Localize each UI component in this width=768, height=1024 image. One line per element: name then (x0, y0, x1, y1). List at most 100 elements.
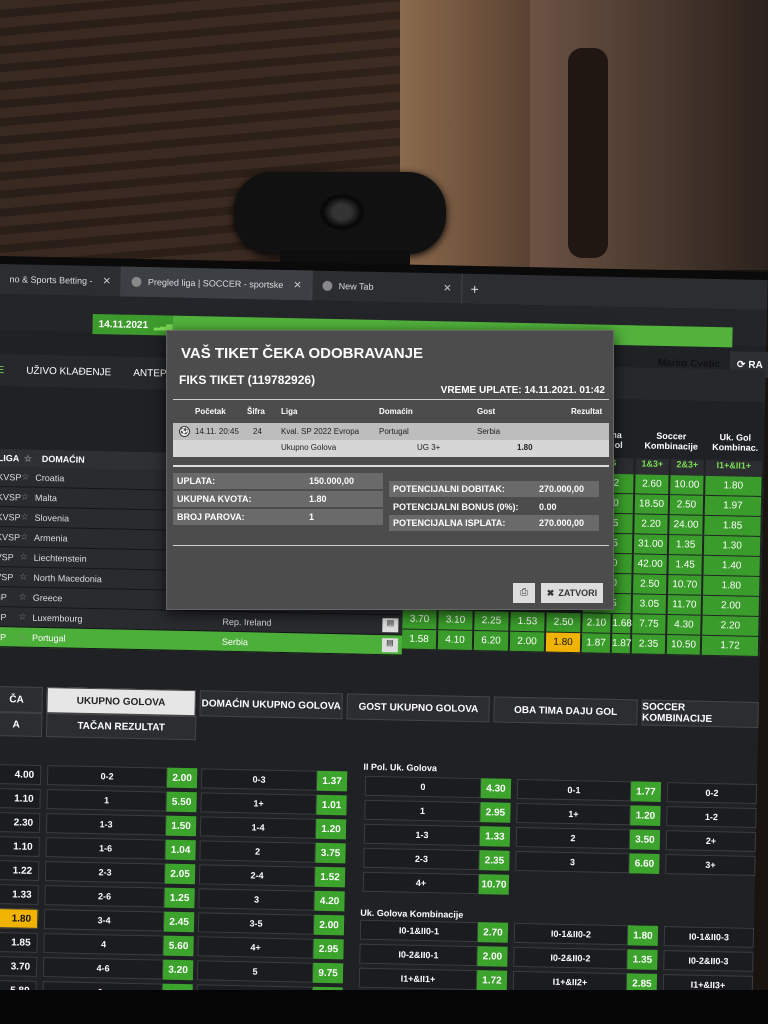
market-odd[interactable]: 2.30 (0, 811, 41, 833)
market-cell[interactable]: 1+ 1.20 (516, 802, 661, 826)
market-tab[interactable]: A (0, 711, 43, 737)
odds-cell[interactable]: 2.35 (631, 634, 668, 656)
odds-cell[interactable]: 1.80 (703, 575, 762, 598)
odds-cell[interactable]: 1.40 (703, 555, 762, 578)
odds-cell[interactable]: 42.00 (633, 554, 669, 576)
browser-tab-1[interactable]: no & Sports Betting - ✕ (0, 263, 123, 297)
odds-cell[interactable]: 1.87 (611, 633, 633, 655)
market-tab-exact-score[interactable]: TAČAN REZULTAT (45, 713, 197, 741)
odds-cell[interactable]: 10.00 (670, 475, 706, 496)
odds-cell[interactable]: 2.50 (546, 612, 583, 634)
odds-cell[interactable]: 1.87 (581, 633, 613, 654)
odds-cell[interactable]: 7.75 (632, 614, 668, 636)
star-icon[interactable]: ☆ (20, 511, 34, 522)
market-cell[interactable]: 3 6.60 (515, 850, 660, 874)
odds-cell[interactable]: 3.05 (632, 594, 669, 616)
market-cell[interactable]: 4.00 (0, 763, 42, 785)
market-cell[interactable]: 1-4 1.20 (199, 816, 347, 840)
market-cell[interactable]: 3-5 2.00 (197, 912, 345, 936)
market-cell[interactable]: 2-4 1.52 (198, 864, 346, 888)
market-odd[interactable]: 2.00 (166, 767, 198, 789)
market-cell[interactable]: 1-3 1.50 (45, 813, 197, 837)
market-odd[interactable]: 1.80 (0, 907, 39, 929)
market-odd[interactable]: 5.50 (166, 791, 197, 813)
odds-cell[interactable]: 1.97 (704, 495, 764, 518)
odds-cell[interactable]: 24.00 (669, 515, 705, 536)
market-cell[interactable]: I0-1&II0-2 1.80 (513, 922, 659, 946)
close-icon[interactable]: ✕ (293, 280, 302, 291)
market-cell[interactable]: 1-2 (666, 806, 757, 828)
odds-cell[interactable]: 1.68 (612, 613, 633, 635)
market-cell[interactable]: 0-2 (666, 782, 758, 804)
star-icon[interactable]: ☆ (18, 631, 32, 642)
browser-tab-3[interactable]: New Tab ✕ (312, 270, 463, 304)
market-odd[interactable]: 1.20 (315, 818, 347, 840)
odds-cell[interactable]: 1.30 (703, 535, 763, 558)
market-cell[interactable]: 2 3.50 (515, 826, 661, 850)
market-cell[interactable]: I0-1&II0-3 (663, 926, 755, 948)
market-odd[interactable]: 3.20 (162, 959, 194, 981)
market-odd[interactable]: 1.80 (627, 925, 659, 946)
market-cell[interactable]: 0-2 2.00 (46, 765, 198, 789)
odds-cell[interactable]: 1.85 (704, 515, 763, 538)
market-cell[interactable]: 2-3 2.05 (44, 861, 196, 885)
market-tab-soccer-komb[interactable]: SOCCER KOMBINACIJE (640, 699, 759, 728)
market-cell[interactable]: 5 9.75 (196, 960, 344, 984)
market-cell[interactable]: 1 5.50 (46, 789, 197, 813)
market-tab-btts[interactable]: OBA TIMA DAJU GOL (493, 696, 638, 726)
market-cell[interactable]: 4+ 2.95 (197, 936, 344, 960)
odds-cell[interactable]: 31.00 (633, 534, 670, 556)
odds-cell[interactable]: 2.10 (582, 613, 613, 634)
star-icon[interactable]: ☆ (18, 611, 32, 622)
odds-cell[interactable]: 1.80 (705, 475, 764, 498)
market-tab-total-goals[interactable]: UKUPNO GOLOVA (46, 687, 196, 717)
market-cell[interactable]: 3+ (665, 854, 756, 876)
market-cell[interactable]: I0-1&II0-1 2.70 (359, 919, 509, 943)
market-odd[interactable]: 3.70 (0, 955, 38, 977)
market-cell[interactable]: 4 5.60 (43, 933, 194, 957)
market-odd[interactable]: 4.20 (314, 890, 345, 912)
market-odd[interactable]: 1.37 (316, 770, 348, 792)
market-odd[interactable]: 3.50 (629, 829, 661, 850)
market-cell[interactable]: 0-3 1.37 (200, 768, 348, 792)
market-odd[interactable]: 1.10 (0, 835, 40, 857)
market-odd[interactable]: 1.50 (165, 815, 197, 837)
market-odd[interactable]: 1.33 (0, 883, 39, 905)
market-odd[interactable]: 2.95 (480, 802, 511, 823)
market-cell[interactable]: 1.10 (0, 787, 41, 809)
market-odd[interactable]: 1.10 (0, 787, 41, 809)
odds-cell[interactable]: 11.70 (667, 595, 704, 616)
market-cell[interactable]: 1-6 1.04 (45, 837, 196, 861)
market-cell[interactable]: I0-2&II0-1 2.00 (359, 943, 508, 967)
market-odd[interactable]: 2.95 (313, 938, 344, 960)
odds-cell[interactable]: 1.80 (545, 632, 583, 654)
odds-cell[interactable]: 4.30 (667, 615, 703, 636)
odds-cell[interactable]: 1.58 (401, 629, 439, 651)
market-odd[interactable]: 1.25 (164, 887, 195, 909)
market-cell[interactable]: 2 3.75 (199, 840, 346, 864)
star-icon[interactable]: ☆ (19, 571, 33, 582)
star-icon[interactable]: ☆ (20, 551, 34, 562)
odds-cell[interactable]: 3.70 (402, 609, 439, 631)
market-odd[interactable]: 2.05 (164, 863, 196, 885)
market-odd[interactable]: 6.60 (629, 853, 660, 874)
odds-cell[interactable]: 2.00 (509, 631, 547, 653)
odds-cell[interactable]: 10.50 (666, 635, 703, 656)
market-odd[interactable]: 2.35 (479, 850, 510, 871)
market-cell[interactable]: 1 2.95 (364, 799, 511, 823)
odds-cell[interactable]: 1.72 (701, 635, 761, 657)
star-icon[interactable]: ☆ (21, 491, 35, 502)
market-odd[interactable]: 10.70 (478, 874, 510, 895)
market-odd[interactable]: 3.75 (315, 842, 346, 864)
market-cell[interactable]: 3-4 2.45 (43, 909, 195, 933)
odds-cell[interactable]: 2.20 (702, 615, 761, 638)
market-cell[interactable]: 3 4.20 (198, 888, 345, 912)
odds-cell[interactable]: 3.10 (438, 610, 475, 632)
market-cell[interactable]: 4-6 3.20 (42, 957, 194, 981)
market-odd[interactable]: 1.52 (314, 866, 346, 888)
market-cell[interactable]: 4+ 10.70 (362, 871, 510, 895)
odds-cell[interactable]: 2.20 (634, 514, 670, 536)
market-cell[interactable]: I0-2&II0-2 1.35 (513, 946, 658, 970)
market-tab[interactable]: ČA (0, 685, 43, 713)
market-cell[interactable]: 1+ 1.01 (200, 792, 347, 816)
